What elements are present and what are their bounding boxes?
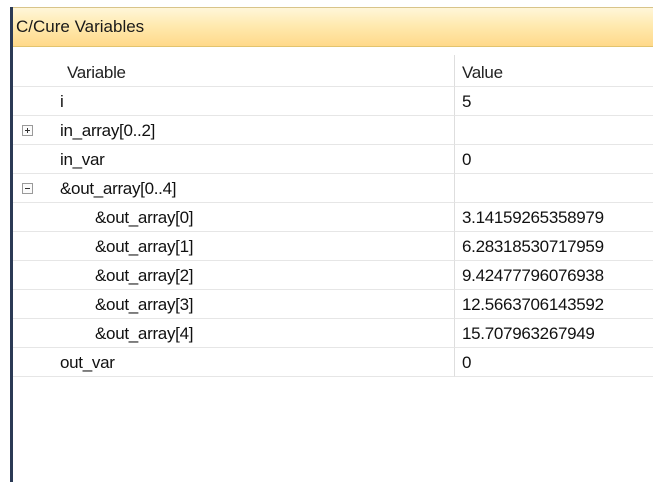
- variable-value: 0: [462, 150, 472, 169]
- value-cell[interactable]: 0: [454, 145, 653, 174]
- grid-header-row: Variable Value: [13, 55, 653, 87]
- value-cell[interactable]: 15.707963267949: [454, 319, 653, 348]
- table-row[interactable]: in_var 0: [13, 145, 653, 174]
- variable-cell[interactable]: &out_array[2]: [13, 261, 454, 290]
- variable-name: in_array[0..2]: [60, 121, 156, 140]
- expand-plus-icon[interactable]: [22, 125, 33, 136]
- variable-cell[interactable]: i: [13, 87, 454, 116]
- variable-value: 3.14159265358979: [462, 208, 604, 227]
- value-cell[interactable]: [454, 174, 653, 203]
- variable-name: in_var: [60, 150, 105, 169]
- table-row[interactable]: &out_array[0..4]: [13, 174, 653, 203]
- table-row[interactable]: i5: [13, 87, 653, 116]
- column-header-variable[interactable]: Variable: [13, 55, 454, 87]
- value-cell[interactable]: 12.5663706143592: [454, 290, 653, 319]
- column-header-value-label: Value: [462, 63, 503, 82]
- variable-name: &out_array[4]: [95, 324, 194, 343]
- value-cell[interactable]: 6.28318530717959: [454, 232, 653, 261]
- variables-window: C/Cure Variables Variable Value i 5 in_arr…: [10, 7, 653, 482]
- variable-value: 9.42477796076938: [462, 266, 604, 285]
- variable-cell[interactable]: &out_array[0..4]: [13, 174, 454, 203]
- variable-cell[interactable]: &out_array[4]: [13, 319, 454, 348]
- variable-value: 0: [462, 353, 472, 372]
- variable-name: &out_array[0..4]: [60, 179, 177, 198]
- variable-value: 12.5663706143592: [462, 295, 604, 314]
- variable-cell[interactable]: in_array[0..2]: [13, 116, 454, 145]
- value-cell[interactable]: 3.14159265358979: [454, 203, 653, 232]
- variable-name: &out_array[1]: [95, 237, 194, 256]
- table-row[interactable]: &out_array[1] 6.28318530717959: [13, 232, 653, 261]
- collapse-minus-icon[interactable]: [22, 183, 33, 194]
- variable-name: &out_array[3]: [95, 295, 194, 314]
- variable-cell[interactable]: &out_array[1]: [13, 232, 454, 261]
- variable-cell[interactable]: &out_array[0]: [13, 203, 454, 232]
- value-cell[interactable]: [454, 116, 653, 145]
- table-row[interactable]: &out_array[4] 15.707963267949: [13, 319, 653, 348]
- window-title: C/Cure Variables: [16, 17, 145, 36]
- column-header-value[interactable]: Value: [454, 55, 653, 87]
- variable-cell[interactable]: out_var: [13, 348, 454, 377]
- variable-cell[interactable]: &out_array[3]: [13, 290, 454, 319]
- variable-name: i: [60, 92, 64, 111]
- variable-cell[interactable]: in_var: [13, 145, 454, 174]
- variable-name: &out_array[0]: [95, 208, 194, 227]
- table-row[interactable]: in_array[0..2]: [13, 116, 653, 145]
- value-cell[interactable]: 5: [454, 87, 653, 116]
- variables-grid: Variable Value i 5 in_array[0..2] in_var 0 &o…: [13, 55, 653, 377]
- value-cell[interactable]: 9.42477796076938: [454, 261, 653, 290]
- variable-name: out_var: [60, 353, 115, 372]
- value-cell[interactable]: 0: [454, 348, 653, 377]
- variable-name: &out_array[2]: [95, 266, 194, 285]
- column-header-variable-label: Variable: [67, 63, 126, 82]
- variable-value: 5: [462, 92, 472, 111]
- top-strip: [0, 0, 653, 7]
- window-titlebar[interactable]: C/Cure Variables: [13, 7, 653, 47]
- table-row[interactable]: &out_array[2] 9.42477796076938: [13, 261, 653, 290]
- table-row[interactable]: &out_array[0] 3.14159265358979: [13, 203, 653, 232]
- table-row[interactable]: &out_array[3] 12.5663706143592: [13, 290, 653, 319]
- variable-value: 15.707963267949: [462, 324, 595, 343]
- table-row[interactable]: out_var 0: [13, 348, 653, 377]
- variable-value: 6.28318530717959: [462, 237, 604, 256]
